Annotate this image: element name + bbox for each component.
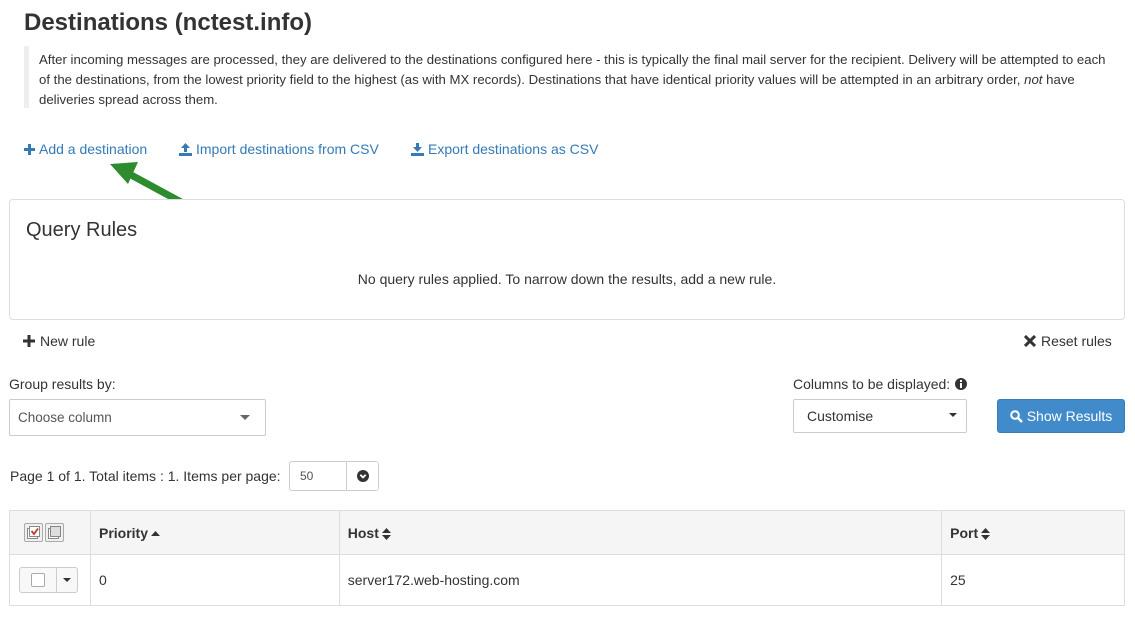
add-destination-label: Add a destination [39, 141, 148, 157]
host-column-header[interactable]: Host [338, 510, 943, 555]
sort-icon [381, 527, 391, 540]
query-rules-empty-message: No query rules applied. To narrow down t… [357, 271, 777, 287]
search-icon [1009, 409, 1023, 423]
sort-asc-icon [151, 530, 160, 538]
import-csv-link[interactable]: Import destinations from CSV [179, 141, 379, 157]
select-column-header [9, 510, 91, 555]
priority-column-header[interactable]: Priority [89, 510, 340, 555]
group-by-select[interactable]: Choose column [9, 399, 266, 436]
query-rules-panel: Query Rules No query rules applied. To n… [9, 199, 1125, 320]
plus-icon [23, 335, 35, 347]
priority-header-label: Priority [98, 524, 148, 541]
port-cell: 25 [941, 554, 1125, 606]
chevron-down-icon [240, 415, 250, 420]
columns-select[interactable]: Customise [793, 399, 967, 433]
port-column-header[interactable]: Port [941, 510, 1125, 555]
import-csv-label: Import destinations from CSV [196, 141, 379, 157]
row-checkbox[interactable] [20, 568, 57, 592]
new-rule-label: New rule [40, 333, 96, 349]
show-results-label: Show Results [1026, 408, 1113, 424]
page-title: Destinations (nctest.info) [24, 9, 313, 36]
items-per-page-input[interactable]: 50 [290, 462, 347, 490]
select-all-icon[interactable] [24, 523, 43, 542]
host-cell: server172.web-hosting.com [338, 554, 943, 606]
columns-displayed-label: Columns to be displayed: [793, 376, 951, 392]
chevron-circle-icon [356, 470, 369, 482]
row-actions-dropdown[interactable] [57, 568, 77, 592]
priority-cell: 0 [89, 554, 340, 606]
show-results-button[interactable]: Show Results [997, 399, 1125, 433]
row-select-cell [9, 554, 91, 606]
table-row: 0 server172.web-hosting.com 25 [9, 554, 1125, 606]
page-description: After incoming messages are processed, t… [24, 46, 1124, 108]
download-icon [411, 142, 424, 156]
description-emphasis: not [1024, 72, 1043, 87]
info-circle-icon[interactable] [955, 378, 968, 390]
columns-displayed-label-wrap: Columns to be displayed: [793, 376, 968, 392]
upload-icon [179, 142, 192, 156]
checkbox-icon [31, 573, 45, 587]
add-destination-link[interactable]: Add a destination [24, 141, 147, 157]
chevron-down-icon [949, 413, 957, 417]
pagination-info: Page 1 of 1. Total items : 1. Items per … [10, 468, 281, 484]
destinations-table: Priority Host Port 0 server172.web-hosti… [9, 510, 1125, 606]
row-select-control [19, 567, 78, 593]
description-text-1: After incoming messages are processed, t… [39, 52, 1106, 87]
group-by-placeholder: Choose column [18, 410, 112, 425]
export-csv-link[interactable]: Export destinations as CSV [411, 141, 598, 157]
items-per-page-apply-button[interactable] [347, 462, 378, 490]
items-per-page-control: 50 [289, 461, 379, 491]
select-page-icon[interactable] [45, 523, 64, 542]
export-csv-label: Export destinations as CSV [428, 141, 599, 157]
query-rules-title: Query Rules [26, 219, 138, 241]
sort-icon [981, 527, 991, 540]
table-header-row: Priority Host Port [9, 510, 1125, 555]
port-header-label: Port [950, 524, 979, 541]
new-rule-button[interactable]: New rule [23, 333, 95, 349]
reset-rules-button[interactable]: Reset rules [1024, 333, 1112, 349]
plus-icon [24, 143, 35, 155]
host-header-label: Host [347, 524, 379, 541]
chevron-down-icon [63, 578, 71, 582]
columns-select-value: Customise [807, 408, 874, 424]
times-icon [1024, 335, 1036, 347]
reset-rules-label: Reset rules [1041, 333, 1112, 349]
group-results-label: Group results by: [9, 376, 116, 392]
